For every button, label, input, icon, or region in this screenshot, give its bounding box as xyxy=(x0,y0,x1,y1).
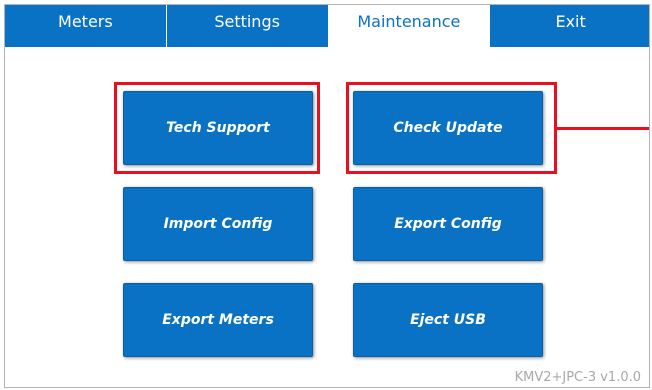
tab-exit[interactable]: Exit xyxy=(490,5,649,47)
callout-line xyxy=(554,127,649,130)
tab-maintenance[interactable]: Maintenance xyxy=(328,5,491,47)
tab-meters[interactable]: Meters xyxy=(5,5,167,47)
eject-usb-button[interactable]: Eject USB xyxy=(353,283,543,357)
version-label: KMV2+JPC-3 v1.0.0 xyxy=(514,370,641,385)
export-config-button[interactable]: Export Config xyxy=(353,187,543,261)
export-meters-button[interactable]: Export Meters xyxy=(123,283,313,357)
maintenance-screen: Meters Settings Maintenance Exit Tech Su… xyxy=(4,4,650,388)
tab-bar: Meters Settings Maintenance Exit xyxy=(5,5,649,47)
import-config-button[interactable]: Import Config xyxy=(123,187,313,261)
tech-support-highlight xyxy=(114,82,320,174)
check-update-highlight xyxy=(346,82,557,174)
tab-settings[interactable]: Settings xyxy=(167,5,329,47)
